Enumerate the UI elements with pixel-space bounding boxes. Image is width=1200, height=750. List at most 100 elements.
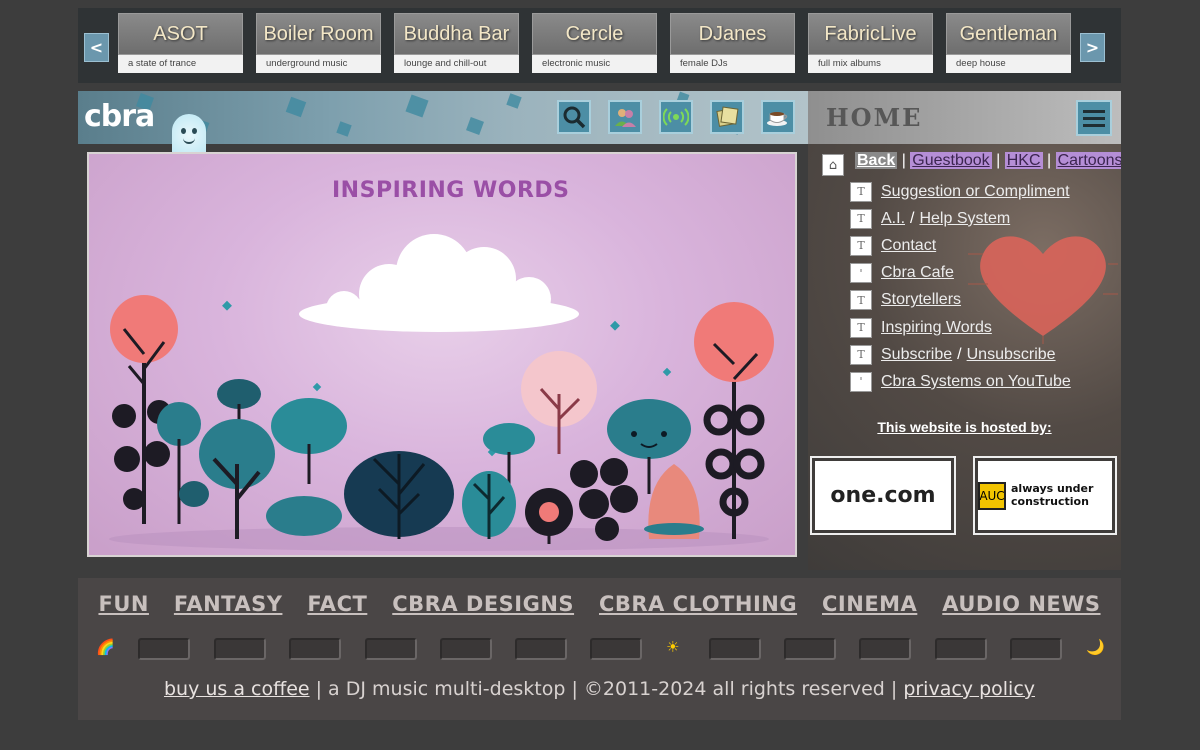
separator: |: [884, 678, 904, 700]
station-name: Boiler Room: [256, 13, 381, 55]
slot-button[interactable]: [784, 638, 836, 660]
nav-fact[interactable]: FACT: [307, 592, 367, 616]
storytellers-link[interactable]: Storytellers: [881, 291, 961, 309]
menu-item-inspiring-words: T Inspiring Words: [850, 314, 1071, 341]
document-icon: T: [850, 317, 872, 338]
slot-button[interactable]: [1010, 638, 1062, 660]
slot-button[interactable]: [289, 638, 341, 660]
separator: /: [910, 209, 915, 227]
search-icon[interactable]: [557, 100, 591, 134]
illustration-art: [109, 234, 774, 551]
carousel-next-button[interactable]: >: [1080, 33, 1105, 62]
decor-cube: [285, 96, 307, 118]
youtube-link[interactable]: Cbra Systems on YouTube: [881, 373, 1071, 391]
station-gentleman[interactable]: Gentleman deep house: [946, 13, 1071, 73]
theme-slots: 🌈 ☀ 🌙: [78, 636, 1121, 662]
station-name: Buddha Bar: [394, 13, 519, 55]
menu-item-cbra-cafe: ' Cbra Cafe: [850, 260, 1071, 287]
station-subtitle: a state of trance: [118, 55, 243, 73]
cbra-cafe-link[interactable]: Cbra Cafe: [881, 264, 954, 282]
unsubscribe-link[interactable]: Unsubscribe: [967, 346, 1056, 364]
hosted-by-label[interactable]: This website is hosted by:: [808, 419, 1121, 435]
page-title: HOME: [826, 103, 923, 132]
slot-button[interactable]: [709, 638, 761, 660]
construction-sign-icon: AUC: [978, 481, 1006, 510]
nav-fantasy[interactable]: FANTASY: [174, 592, 283, 616]
document-icon: T: [850, 290, 872, 311]
slot-button[interactable]: [138, 638, 190, 660]
coffee-icon[interactable]: [761, 100, 795, 134]
hamburger-menu-icon[interactable]: [1076, 100, 1112, 136]
nav-audio-news[interactable]: AUDIO NEWS: [942, 592, 1100, 616]
nav-fun[interactable]: FUN: [98, 592, 148, 616]
station-name: FabricLive: [808, 13, 933, 55]
station-subtitle: female DJs: [670, 55, 795, 73]
slot-button[interactable]: [214, 638, 266, 660]
sun-icon[interactable]: ☀: [666, 638, 679, 656]
station-fabriclive[interactable]: FabricLive full mix albums: [808, 13, 933, 73]
station-subtitle: electronic music: [532, 55, 657, 73]
buy-coffee-link[interactable]: buy us a coffee: [164, 678, 310, 700]
carousel-prev-button[interactable]: <: [84, 33, 109, 62]
station-djanes[interactable]: DJanes female DJs: [670, 13, 795, 73]
footer: FUN FANTASY FACT CBRA DESIGNS CBRA CLOTH…: [78, 578, 1121, 720]
menu-item-youtube: ' Cbra Systems on YouTube: [850, 368, 1071, 395]
radio-carousel: < ASOT a state of trance Boiler Room und…: [78, 8, 1121, 83]
document-icon: T: [850, 235, 872, 256]
slot-button[interactable]: [515, 638, 567, 660]
top-links: Back | Guestbook | HKC | Cartoons: [855, 152, 1121, 170]
broadcast-icon[interactable]: [659, 100, 693, 134]
moon-icon[interactable]: 🌙: [1086, 638, 1105, 656]
one-com-logo[interactable]: one.com: [810, 456, 956, 535]
side-navigation-panel: ⌂ Back | Guestbook | HKC | Cartoons T Su…: [808, 144, 1121, 570]
cartoons-link[interactable]: Cartoons: [1055, 152, 1121, 169]
copyright: ©2011-2024 all rights reserved: [583, 678, 885, 700]
station-subtitle: underground music: [256, 55, 381, 73]
always-under-construction-logo[interactable]: AUC always under construction: [973, 456, 1117, 535]
slot-button[interactable]: [440, 638, 492, 660]
site-logo[interactable]: cbra: [84, 99, 155, 134]
category-nav: FUN FANTASY FACT CBRA DESIGNS CBRA CLOTH…: [78, 592, 1121, 616]
station-name: ASOT: [118, 13, 243, 55]
station-subtitle: deep house: [946, 55, 1071, 73]
slot-button[interactable]: [590, 638, 642, 660]
back-link[interactable]: Back: [855, 152, 898, 169]
decor-cube: [466, 117, 484, 135]
footer-credits: buy us a coffee | a DJ music multi-deskt…: [78, 678, 1121, 700]
station-asot[interactable]: ASOT a state of trance: [118, 13, 243, 73]
illustration-title: INSPIRING WORDS: [332, 178, 570, 203]
notes-icon[interactable]: [710, 100, 744, 134]
station-buddha-bar[interactable]: Buddha Bar lounge and chill-out: [394, 13, 519, 73]
station-subtitle: full mix albums: [808, 55, 933, 73]
subscribe-link[interactable]: Subscribe: [881, 346, 952, 364]
menu-list: T Suggestion or Compliment T A.I. / Help…: [850, 178, 1071, 396]
menu-item-storytellers: T Storytellers: [850, 287, 1071, 314]
guestbook-link[interactable]: Guestbook: [910, 152, 992, 169]
help-system-link[interactable]: Help System: [919, 210, 1010, 228]
document-icon: ': [850, 371, 872, 392]
suggestion-link[interactable]: Suggestion or Compliment: [881, 183, 1070, 201]
menu-item-ai-help: T A.I. / Help System: [850, 205, 1071, 232]
privacy-policy-link[interactable]: privacy policy: [903, 678, 1035, 700]
station-cercle[interactable]: Cercle electronic music: [532, 13, 657, 73]
ai-link[interactable]: A.I.: [881, 210, 905, 228]
slot-button[interactable]: [935, 638, 987, 660]
station-boiler-room[interactable]: Boiler Room underground music: [256, 13, 381, 73]
inspiring-words-link[interactable]: Inspiring Words: [881, 319, 992, 337]
page-label-bar: HOME: [808, 91, 1121, 144]
slot-button[interactable]: [365, 638, 417, 660]
nav-cbra-designs[interactable]: CBRA DESIGNS: [392, 592, 574, 616]
auc-text: always under construction: [1011, 481, 1094, 508]
home-icon[interactable]: ⌂: [822, 154, 844, 176]
rainbow-icon[interactable]: 🌈: [96, 638, 115, 656]
hkc-link[interactable]: HKC: [1004, 152, 1043, 169]
nav-cinema[interactable]: CINEMA: [822, 592, 917, 616]
station-name: Gentleman: [946, 13, 1071, 55]
menu-item-subscribe: T Subscribe / Unsubscribe: [850, 341, 1071, 368]
tagline: | a DJ music multi-desktop |: [309, 678, 584, 700]
slot-button[interactable]: [859, 638, 911, 660]
nav-cbra-clothing[interactable]: CBRA CLOTHING: [599, 592, 797, 616]
people-icon[interactable]: [608, 100, 642, 134]
contact-link[interactable]: Contact: [881, 237, 936, 255]
document-icon: ': [850, 263, 872, 284]
